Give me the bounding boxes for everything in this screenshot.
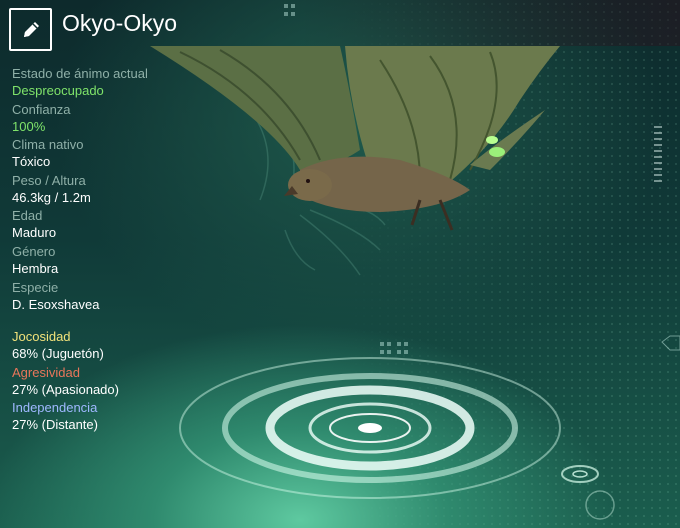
trait-aggression: Agresividad 27% (Apasionado) — [12, 365, 272, 401]
stat-value: Despreocupado — [12, 83, 104, 98]
stat-gender: Género Hembra — [12, 244, 272, 280]
stat-label: Especie — [12, 279, 59, 295]
trait-label: Independencia — [12, 400, 98, 415]
trait-label: Jocosidad — [12, 329, 71, 344]
creature-name: Okyo-Okyo — [62, 10, 178, 36]
stat-label: Género — [12, 243, 56, 259]
stat-weight-height: Peso / Altura 46.3kg / 1.2m — [12, 173, 272, 209]
stat-label: Edad — [12, 208, 43, 224]
stat-climate: Clima nativo Tóxico — [12, 137, 272, 173]
stat-value: Tóxico — [12, 154, 51, 170]
stat-label: Estado de ánimo actual — [12, 66, 148, 81]
stat-value: 100% — [12, 118, 46, 134]
stat-trust: Confianza 100% — [12, 102, 272, 138]
trait-value: 27% (Distante) — [12, 417, 98, 432]
trait-value: 27% (Apasionado) — [12, 381, 119, 397]
personality-traits: Jocosidad 68% (Juguetón) Agresividad 27%… — [12, 329, 272, 436]
trait-label: Agresividad — [12, 364, 80, 380]
trait-independence: Independencia 27% (Distante) — [12, 400, 272, 436]
stat-mood: Estado de ánimo actual Despreocupado — [12, 66, 272, 102]
stat-value: 46.3kg / 1.2m — [12, 189, 91, 205]
side-bars — [654, 126, 662, 182]
trait-playfulness: Jocosidad 68% (Juguetón) — [12, 329, 272, 365]
stat-label: Clima nativo — [12, 137, 84, 153]
stat-age: Edad Maduro — [12, 208, 272, 244]
trait-value: 68% (Juguetón) — [12, 346, 104, 361]
stat-label: Confianza — [12, 101, 71, 117]
stat-value: D. Esoxshavea — [12, 296, 100, 312]
stat-value: Hembra — [12, 260, 59, 276]
hex-marker — [661, 335, 680, 351]
stat-species: Especie D. Esoxshavea — [12, 280, 272, 316]
stat-label: Peso / Altura — [12, 172, 86, 188]
rename-button[interactable] — [9, 8, 52, 51]
pencil-icon — [23, 21, 39, 37]
creature-stats: Estado de ánimo actual Despreocupado Con… — [12, 66, 272, 315]
stat-value: Maduro — [12, 225, 57, 241]
